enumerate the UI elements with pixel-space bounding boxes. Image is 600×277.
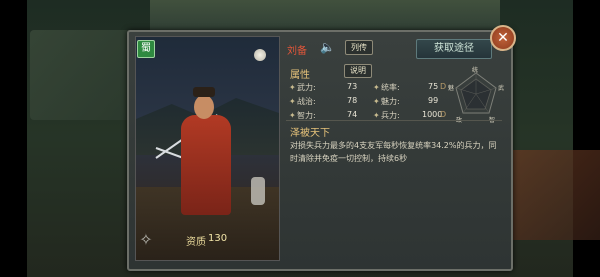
force-icon: ✦ — [289, 83, 296, 92]
stat-grade: D — [440, 110, 447, 119]
skill-name: 泽被天下 — [290, 128, 330, 139]
stat-value-command: 75 — [428, 82, 439, 91]
quality-label: 资质 — [186, 237, 206, 248]
background-roof — [510, 150, 600, 240]
faction-badge-icon: 蜀 — [137, 40, 155, 58]
radar-label: 武 — [498, 84, 504, 92]
source-button[interactable]: 获取途径 — [416, 39, 492, 59]
close-icon[interactable]: ✕ — [490, 25, 516, 51]
hero-figure-body — [181, 115, 231, 215]
tactics-icon: ✦ — [289, 97, 296, 106]
bio-button[interactable]: 列传 — [345, 40, 373, 55]
skeleton-figure — [251, 177, 265, 205]
command-icon: ✦ — [373, 83, 380, 92]
explain-button[interactable]: 说明 — [344, 64, 372, 78]
background-tree — [30, 30, 140, 120]
radar-label: 魅 — [448, 84, 454, 92]
stat-grade: D — [440, 82, 447, 91]
hero-figure-hat — [193, 87, 215, 97]
skill-description: 对损失兵力最多的4支友军每秒恢复统率34.2%的兵力，同时清除并免疫一切控制，持… — [290, 141, 497, 163]
hero-figure-head — [194, 95, 214, 119]
attributes-title: 属性 — [290, 70, 310, 81]
attribute-radar: 统 武 智 政 魅 — [448, 66, 504, 123]
intellect-icon: ✦ — [289, 111, 296, 120]
stat-label-force: ✦武力: — [289, 83, 316, 92]
stat-value-tactics: 78 — [347, 96, 358, 105]
letterbox-left — [0, 0, 27, 277]
stat-value-force: 73 — [347, 82, 358, 91]
quality-value: 130 — [208, 233, 228, 244]
section-divider — [286, 120, 502, 121]
stat-value-charisma: 99 — [428, 96, 439, 105]
stat-label-charisma: ✦魅力: — [373, 97, 400, 106]
background-building — [150, 0, 500, 30]
radar-label: 统 — [472, 66, 478, 74]
sound-icon[interactable]: 🔈 — [320, 40, 335, 54]
charisma-icon: ✦ — [373, 97, 380, 106]
moon — [254, 49, 266, 61]
stat-label-command: ✦统率: — [373, 83, 400, 92]
hero-name: 刘备 — [287, 46, 307, 57]
hero-portrait — [135, 36, 280, 261]
troops-icon: ✦ — [373, 111, 380, 120]
stat-value-intellect: 74 — [347, 110, 358, 119]
compass-icon[interactable]: ✧ — [137, 231, 155, 249]
stat-label-tactics: ✦战治: — [289, 97, 316, 106]
